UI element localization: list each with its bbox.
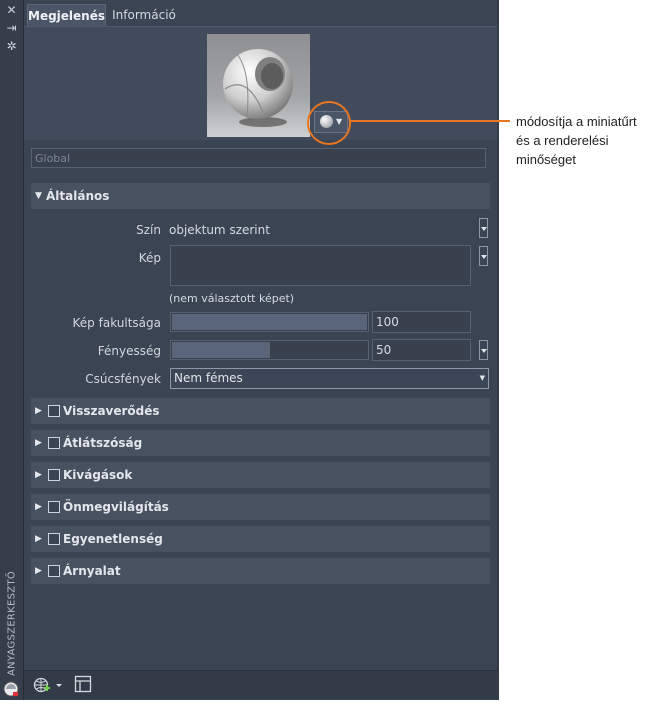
image-fade-slider-fill [172,314,367,330]
callout-line-1: módosítja a miniatűrt [516,114,637,129]
glossiness-dropdown-button[interactable] [479,340,488,360]
tab-appearance[interactable]: Megjelenés [27,4,106,27]
section-transparency[interactable]: ▶ Átlátszóság [31,430,490,456]
color-label: Szín [136,223,161,237]
palette-title-bar: ✕ ⇥ ✲ ANYAGSZERKESZTŐ [0,0,24,700]
section-self-illumination[interactable]: ▶ Önmegvilágítás [31,494,490,520]
material-name-field[interactable]: Global [31,148,486,168]
section-reflectivity[interactable]: ▶ Visszaverődés [31,398,490,424]
create-material-button[interactable] [33,676,63,694]
glossiness-slider[interactable] [170,340,369,360]
materials-editor-palette: ✕ ⇥ ✲ ANYAGSZERKESZTŐ Megjelenés Informá… [0,0,499,700]
image-caption: (nem választott képet) [169,292,295,305]
section-cutouts-label: Kivágások [63,468,133,482]
highlights-label: Csúcsfények [85,372,161,386]
section-bump[interactable]: ▶ Egyenetlenség [31,526,490,552]
glossiness-label: Fényesség [97,344,161,358]
section-general-label: Általános [46,189,110,203]
material-preview-swatch [207,34,310,137]
tab-strip: Megjelenés Információ [24,4,497,27]
image-fade-label: Kép fakultsága [72,316,161,330]
glossiness-slider-fill [172,342,270,358]
image-dropdown-button[interactable] [479,246,488,266]
section-enable-checkbox[interactable] [48,533,60,545]
callout-leader-line [349,120,510,122]
section-tint-label: Árnyalat [63,564,121,578]
section-enable-checkbox[interactable] [48,405,60,417]
section-transparency-label: Átlátszóság [63,436,143,450]
image-fade-slider[interactable] [170,312,369,332]
highlights-select-value: Nem fémes [174,371,243,385]
callout-annotation: módosítja a miniatűrt és a renderelési m… [516,112,666,169]
section-bump-label: Egyenetlenség [63,532,163,546]
preview-area: ▼ [24,26,497,145]
expand-triangle-icon: ▶ [35,406,42,416]
callout-highlight-circle [307,101,351,145]
editor-footer [24,670,497,699]
image-slot[interactable] [170,245,471,286]
section-enable-checkbox[interactable] [48,565,60,577]
color-value: objektum szerint [169,223,270,237]
section-enable-checkbox[interactable] [48,437,60,449]
callout-line-3: minőséget [516,152,576,167]
collapse-triangle-icon: ▼ [35,191,42,201]
glossiness-input[interactable]: 50 [372,339,471,361]
expand-triangle-icon: ▶ [35,438,42,448]
chevron-down-icon: ▼ [479,374,485,382]
materials-editor-icon [3,681,19,697]
section-self-illumination-label: Önmegvilágítás [63,500,169,514]
section-enable-checkbox[interactable] [48,469,60,481]
tab-information[interactable]: Információ [108,4,180,26]
image-label: Kép [138,251,161,265]
callout-line-2: és a renderelési [516,133,609,148]
properties-gear-icon[interactable]: ✲ [4,40,19,53]
section-general[interactable]: ▼ Általános [31,183,490,209]
section-reflectivity-label: Visszaverődés [63,404,160,418]
highlights-select[interactable]: Nem fémes ▼ [170,368,489,389]
expand-triangle-icon: ▶ [35,534,42,544]
color-dropdown-button[interactable] [479,218,488,238]
image-fade-input[interactable]: 100 [372,311,471,333]
close-icon[interactable]: ✕ [4,4,19,17]
palette-title: ANYAGSZERKESZTŐ [6,570,18,677]
expand-triangle-icon: ▶ [35,566,42,576]
material-browser-icon[interactable] [74,675,92,693]
section-enable-checkbox[interactable] [48,501,60,513]
section-tint[interactable]: ▶ Árnyalat [31,558,490,584]
section-cutouts[interactable]: ▶ Kivágások [31,462,490,488]
expand-triangle-icon: ▶ [35,470,42,480]
expand-triangle-icon: ▶ [35,502,42,512]
auto-hide-icon[interactable]: ⇥ [4,22,19,35]
editor-main: Megjelenés Információ ▼ Global ▼ Általán… [24,0,497,700]
